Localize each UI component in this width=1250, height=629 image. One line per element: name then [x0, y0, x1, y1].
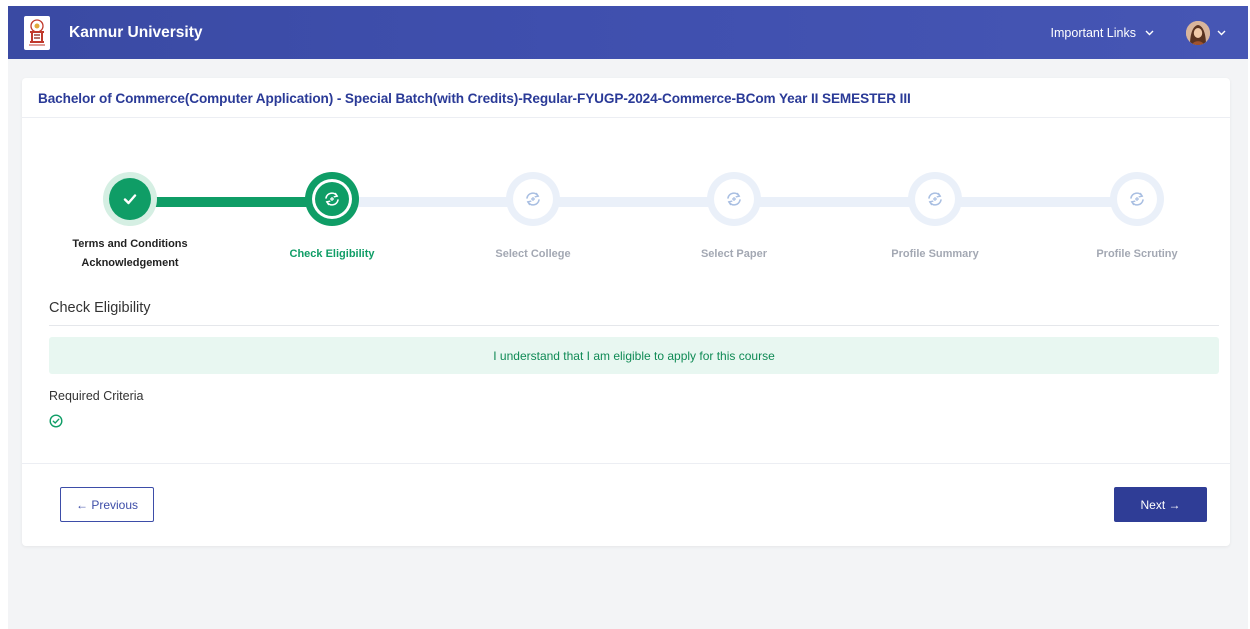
sync-icon: [325, 192, 339, 206]
step-label-select-college: Select College: [495, 248, 571, 260]
user-avatar-icon: [1186, 20, 1210, 45]
previous-button[interactable]: ← Previous: [60, 487, 154, 522]
step-label-profile-scrutiny: Profile Scrutiny: [1096, 248, 1178, 260]
divider: [22, 117, 1230, 118]
step-label-terms-line1: Terms and Conditions: [72, 238, 188, 250]
progress-stepper: Terms and Conditions Acknowledgement Che…: [22, 172, 1230, 272]
section-title: Check Eligibility: [49, 300, 151, 316]
sync-icon: [928, 192, 942, 206]
step-circle-check-eligibility[interactable]: [305, 172, 359, 226]
check-icon: [123, 194, 137, 205]
course-title: Bachelor of Commerce(Computer Applicatio…: [38, 91, 911, 106]
required-criteria-label: Required Criteria: [49, 389, 144, 403]
application-card: Bachelor of Commerce(Computer Applicatio…: [22, 78, 1230, 546]
chevron-down-icon[interactable]: [1217, 30, 1226, 36]
sync-icon: [727, 192, 741, 206]
top-navbar: Kannur University Important Links: [8, 6, 1248, 59]
step-circle-select-paper[interactable]: [707, 172, 761, 226]
check-circle-icon: [49, 414, 63, 433]
university-emblem-icon: [29, 18, 45, 45]
step-label-check-eligibility: Check Eligibility: [289, 248, 375, 260]
user-avatar[interactable]: [1186, 20, 1210, 45]
eligibility-notice: I understand that I am eligible to apply…: [49, 337, 1219, 374]
divider: [22, 463, 1230, 464]
sync-icon: [526, 192, 540, 206]
university-logo[interactable]: [24, 15, 50, 50]
sync-icon: [1130, 192, 1144, 206]
step-circle-select-college[interactable]: [506, 172, 560, 226]
step-label-terms-line2: Acknowledgement: [81, 257, 179, 269]
next-button[interactable]: Next →: [1114, 487, 1207, 522]
navbar-right: Important Links: [1051, 6, 1226, 59]
step-label-select-paper: Select Paper: [700, 248, 768, 260]
stepper-track-completed: [130, 197, 332, 207]
important-links-dropdown[interactable]: Important Links: [1051, 26, 1154, 40]
step-circle-profile-summary[interactable]: [908, 172, 962, 226]
app-title[interactable]: Kannur University: [69, 24, 203, 42]
step-label-profile-summary: Profile Summary: [891, 248, 979, 260]
important-links-label: Important Links: [1050, 25, 1136, 40]
step-label-terms: Terms and Conditions Acknowledgement: [40, 235, 220, 273]
divider: [49, 325, 1219, 326]
chevron-down-icon: [1145, 30, 1154, 36]
step-circle-profile-scrutiny[interactable]: [1110, 172, 1164, 226]
step-circle-terms[interactable]: [103, 172, 157, 226]
